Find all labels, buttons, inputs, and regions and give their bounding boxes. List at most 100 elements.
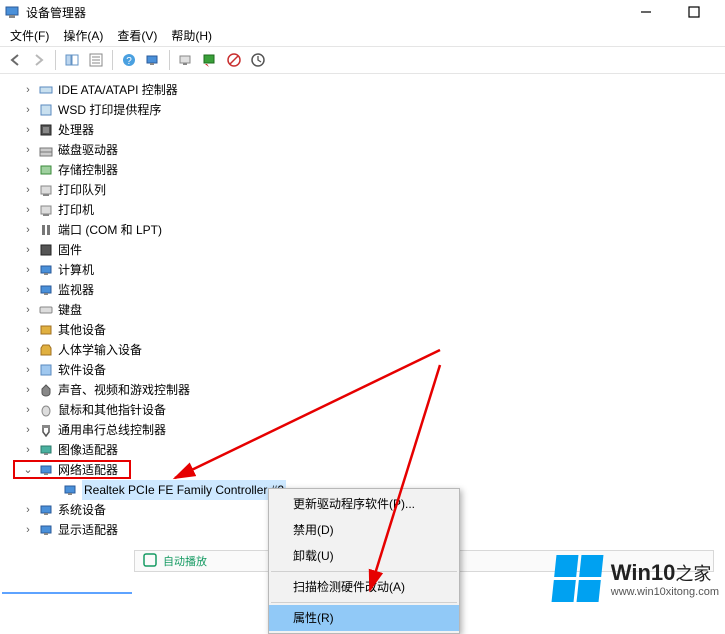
device-category-icon: [38, 422, 54, 438]
tree-item[interactable]: ›键盘: [12, 300, 725, 320]
tree-item[interactable]: › 声音、视频和游戏控制器: [12, 380, 725, 400]
selection-underline: [2, 592, 132, 594]
maximize-button[interactable]: [679, 1, 709, 23]
context-menu-properties[interactable]: 属性(R): [269, 605, 459, 631]
chevron-right-icon[interactable]: ›: [22, 220, 34, 240]
toolbar-update-driver-button[interactable]: [175, 49, 197, 71]
chevron-right-icon[interactable]: ›: [22, 360, 34, 380]
tree-item-label: 软件设备: [58, 360, 106, 380]
device-category-icon: [38, 502, 54, 518]
chevron-right-icon[interactable]: ›: [22, 380, 34, 400]
context-menu-scan-hardware[interactable]: 扫描检测硬件改动(A): [269, 574, 459, 600]
tree-item-label: 系统设备: [58, 500, 106, 520]
chevron-right-icon[interactable]: ›: [22, 520, 34, 540]
tree-item-label: 其他设备: [58, 320, 106, 340]
device-category-icon: [38, 222, 54, 238]
autoplay-label: 自动播放: [163, 553, 207, 569]
tree-item[interactable]: › 处理器: [12, 120, 725, 140]
tree-item[interactable]: › 通用串行总线控制器: [12, 420, 725, 440]
tree-child-label: Realtek PCIe FE Family Controller #2: [82, 480, 286, 500]
device-category-icon: [38, 402, 54, 418]
context-menu-uninstall[interactable]: 卸载(U): [269, 543, 459, 569]
tree-item[interactable]: ›打印队列: [12, 180, 725, 200]
device-category-icon: [38, 82, 54, 98]
tree-item[interactable]: › 其他设备: [12, 320, 725, 340]
device-category-icon: [38, 202, 54, 218]
chevron-right-icon[interactable]: ›: [22, 500, 34, 520]
toolbar-back-button[interactable]: [4, 49, 26, 71]
chevron-right-icon[interactable]: ›: [22, 440, 34, 460]
toolbar-scan-button[interactable]: [142, 49, 164, 71]
toolbar-forward-button[interactable]: [28, 49, 50, 71]
toolbar-help-button[interactable]: ?: [118, 49, 140, 71]
toolbar-disable-button[interactable]: [223, 49, 245, 71]
tree-item-label: 显示适配器: [58, 520, 118, 540]
tree-item[interactable]: › 监视器: [12, 280, 725, 300]
window-title: 设备管理器: [26, 4, 631, 21]
tree-item[interactable]: › WSD 打印提供程序: [12, 100, 725, 120]
device-manager-window: 设备管理器 文件(F) 操作(A) 查看(V) 帮助(H) ? ›IDE ATA…: [0, 0, 725, 624]
tree-item-label: 监视器: [58, 280, 94, 300]
chevron-right-icon[interactable]: ›: [22, 320, 34, 340]
tree-item[interactable]: ›固件: [12, 240, 725, 260]
toolbar-enable-button[interactable]: [247, 49, 269, 71]
menu-view[interactable]: 查看(V): [111, 25, 163, 46]
app-icon: [4, 4, 20, 20]
chevron-right-icon[interactable]: ›: [22, 200, 34, 220]
menu-file[interactable]: 文件(F): [4, 25, 55, 46]
tree-item[interactable]: ›IDE ATA/ATAPI 控制器: [12, 80, 725, 100]
minimize-button[interactable]: [631, 1, 661, 23]
network-adapter-icon: [62, 482, 78, 498]
window-controls: [631, 1, 721, 23]
chevron-right-icon[interactable]: ›: [22, 160, 34, 180]
tree-item[interactable]: › 鼠标和其他指针设备: [12, 400, 725, 420]
tree-item[interactable]: ›端口 (COM 和 LPT): [12, 220, 725, 240]
chevron-right-icon[interactable]: ›: [22, 300, 34, 320]
windows-logo-icon: [551, 555, 603, 602]
tree-item[interactable]: ›人体学输入设备: [12, 340, 725, 360]
device-category-icon: [38, 282, 54, 298]
chevron-right-icon[interactable]: ›: [22, 120, 34, 140]
chevron-right-icon[interactable]: ›: [22, 400, 34, 420]
tree-item[interactable]: ›磁盘驱动器: [12, 140, 725, 160]
tree-item[interactable]: › 图像适配器: [12, 440, 725, 460]
watermark-suffix: 之家: [675, 564, 711, 584]
toolbar-show-hide-tree-button[interactable]: [61, 49, 83, 71]
chevron-right-icon[interactable]: ›: [22, 340, 34, 360]
tree-item[interactable]: ›打印机: [12, 200, 725, 220]
watermark: Win10之家 www.win10xitong.com: [554, 555, 719, 602]
chevron-right-icon[interactable]: ›: [22, 420, 34, 440]
chevron-right-icon[interactable]: ›: [22, 240, 34, 260]
tree-item-label: 处理器: [58, 120, 94, 140]
tree-item-label: 声音、视频和游戏控制器: [58, 380, 190, 400]
chevron-right-icon[interactable]: ›: [22, 260, 34, 280]
device-category-icon: [38, 382, 54, 398]
context-menu-update-driver[interactable]: 更新驱动程序软件(P)...: [269, 491, 459, 517]
device-category-icon: [38, 322, 54, 338]
tree-item-label: 图像适配器: [58, 440, 118, 460]
tree-item[interactable]: ›存储控制器: [12, 160, 725, 180]
toolbar-properties-button[interactable]: [85, 49, 107, 71]
device-category-icon: [38, 302, 54, 318]
context-menu-disable[interactable]: 禁用(D): [269, 517, 459, 543]
tree-item[interactable]: › 软件设备: [12, 360, 725, 380]
tree-item-label: WSD 打印提供程序: [58, 100, 161, 120]
device-category-icon: [38, 522, 54, 538]
watermark-brand: Win10: [611, 560, 676, 585]
watermark-url: www.win10xitong.com: [611, 586, 719, 598]
tree-item[interactable]: › 计算机: [12, 260, 725, 280]
menu-help[interactable]: 帮助(H): [165, 25, 218, 46]
toolbar-uninstall-button[interactable]: [199, 49, 221, 71]
device-category-icon: [38, 242, 54, 258]
tree-item-label: 通用串行总线控制器: [58, 420, 166, 440]
chevron-right-icon[interactable]: ›: [22, 180, 34, 200]
chevron-right-icon[interactable]: ›: [22, 140, 34, 160]
tree-item-label: 计算机: [58, 260, 94, 280]
menu-action[interactable]: 操作(A): [57, 25, 109, 46]
chevron-right-icon[interactable]: ›: [22, 100, 34, 120]
chevron-right-icon[interactable]: ›: [22, 80, 34, 100]
menu-bar: 文件(F) 操作(A) 查看(V) 帮助(H): [0, 24, 725, 46]
chevron-right-icon[interactable]: ›: [22, 280, 34, 300]
device-category-icon: [38, 142, 54, 158]
tree-item-label: 鼠标和其他指针设备: [58, 400, 166, 420]
